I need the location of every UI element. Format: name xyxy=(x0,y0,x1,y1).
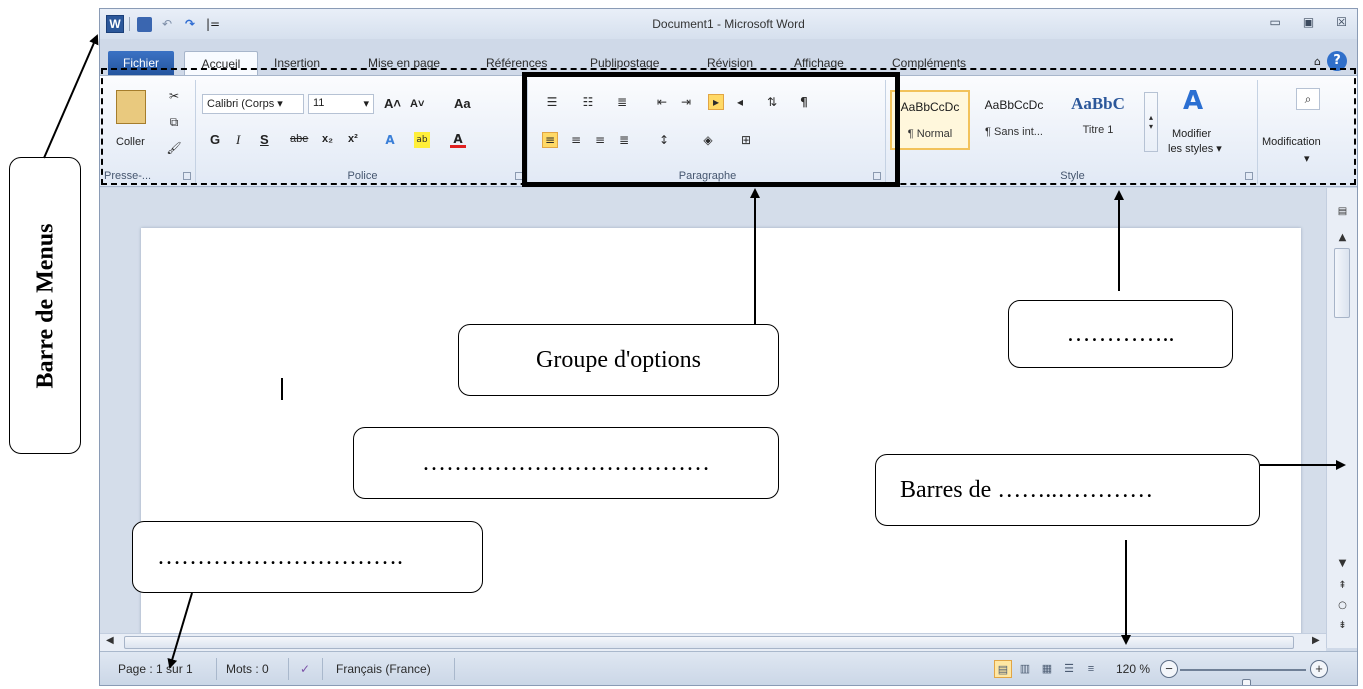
zoom-slider[interactable] xyxy=(1180,669,1306,685)
status-bar: Page : 1 sur 1 Mots : 0 ✓ Français (Fran… xyxy=(100,651,1357,685)
window-title: Document1 - Microsoft Word xyxy=(652,17,805,31)
scroll-up-icon[interactable]: ▲ xyxy=(1327,232,1357,243)
separator xyxy=(322,658,323,680)
menu-bar-label-text: Barre de Menus xyxy=(32,223,59,389)
close-icon[interactable]: ☒ xyxy=(1336,15,1347,29)
separator xyxy=(288,658,289,680)
vertical-scroll-thumb[interactable] xyxy=(1334,248,1350,318)
page-count[interactable]: Page : 1 sur 1 xyxy=(118,662,193,676)
option-group-callout: Groupe d'options xyxy=(458,324,779,396)
zoom-slider-knob[interactable] xyxy=(1242,679,1252,685)
horizontal-scrollbar[interactable]: ◀ ▶ xyxy=(100,633,1326,651)
previous-page-icon[interactable]: ⇞ xyxy=(1327,580,1357,591)
scroll-bars-callout: Barres de ……..………… xyxy=(875,454,1260,526)
zoom-out-icon[interactable]: − xyxy=(1160,660,1178,678)
text-cursor xyxy=(281,378,283,400)
proofing-icon[interactable]: ✓ xyxy=(300,662,310,676)
collapse-ribbon-icon[interactable]: ⌂ xyxy=(1314,55,1321,68)
middle-blank-callout: ……………………………… xyxy=(353,427,779,499)
print-layout-view-icon[interactable]: ▤ xyxy=(994,660,1012,678)
draft-view-icon[interactable]: ≡ xyxy=(1082,660,1100,678)
scroll-right-icon[interactable]: ▶ xyxy=(1312,635,1320,646)
horizontal-scroll-thumb[interactable] xyxy=(124,636,1294,649)
vertical-scrollbar[interactable]: ▤ ▲ ▼ ⇞ ○ ⇟ xyxy=(1326,188,1357,648)
web-layout-view-icon[interactable]: ▦ xyxy=(1038,660,1056,678)
maximize-icon[interactable]: ▣ xyxy=(1303,15,1314,29)
zoom-level[interactable]: 120 % xyxy=(1116,662,1150,676)
language[interactable]: Français (France) xyxy=(336,662,431,676)
reading-view-icon[interactable]: ▥ xyxy=(1016,660,1034,678)
separator xyxy=(216,658,217,680)
scroll-down-icon[interactable]: ▼ xyxy=(1327,558,1357,569)
next-page-icon[interactable]: ⇟ xyxy=(1327,620,1357,631)
browse-object-icon[interactable]: ○ xyxy=(1327,600,1357,611)
ruler-toggle-icon[interactable]: ▤ xyxy=(1327,206,1357,217)
menu-bar-label: Barre de Menus xyxy=(9,157,81,454)
option-group-highlight xyxy=(522,72,900,187)
minimize-icon[interactable]: ▭ xyxy=(1270,15,1281,29)
title-bar: W ↶ ↷ |= Document1 - Microsoft Word ▭ ▣ … xyxy=(100,9,1357,39)
arrow-menu-bar xyxy=(43,34,99,159)
styles-blank-callout: ………….. xyxy=(1008,300,1233,368)
zoom-in-icon[interactable]: + xyxy=(1310,660,1328,678)
scroll-left-icon[interactable]: ◀ xyxy=(106,635,114,646)
window-controls: ▭ ▣ ☒ xyxy=(1270,15,1347,29)
separator xyxy=(454,658,455,680)
outline-view-icon[interactable]: ☰ xyxy=(1060,660,1078,678)
bottom-blank-callout: …………………………. xyxy=(132,521,483,593)
word-count[interactable]: Mots : 0 xyxy=(226,662,269,676)
